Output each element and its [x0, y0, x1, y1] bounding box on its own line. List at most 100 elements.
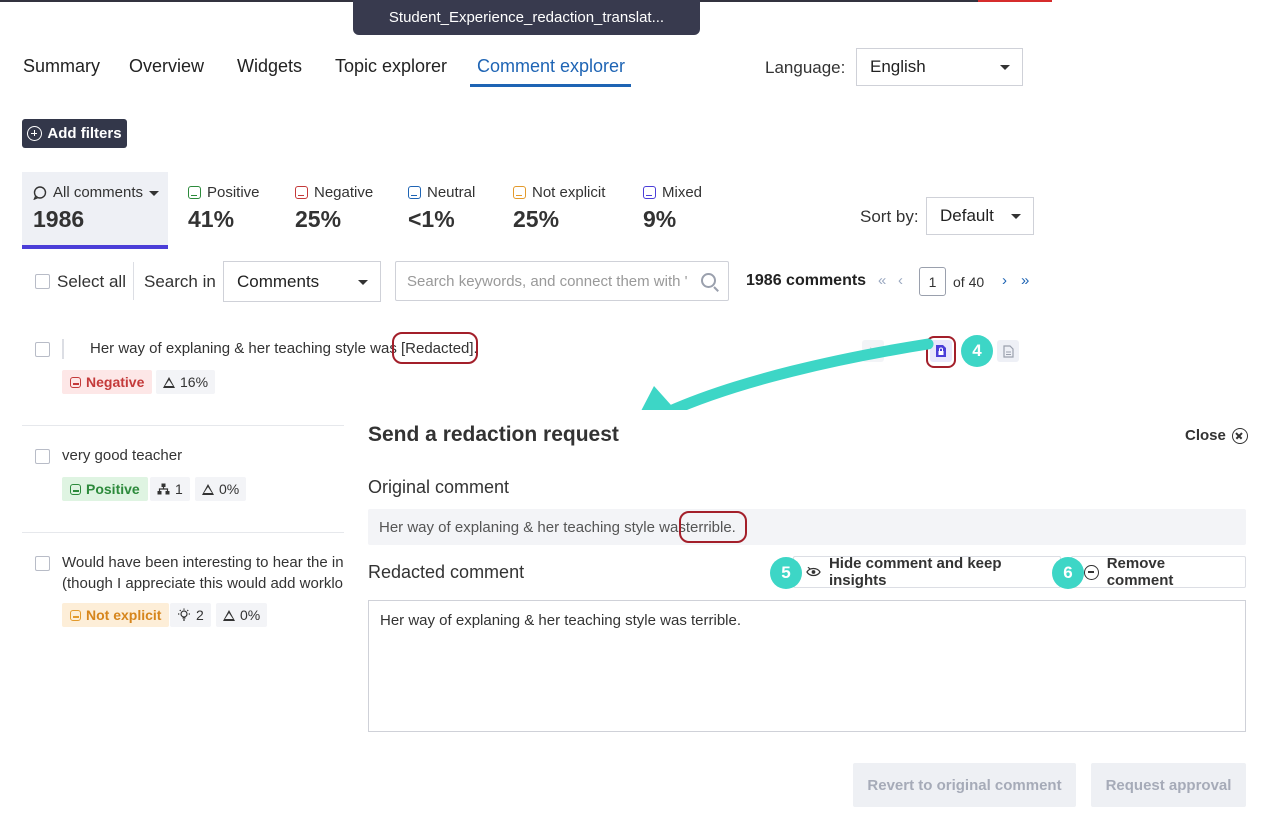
add-filters-label: Add filters: [47, 125, 122, 142]
sentiment-all-label: All comments: [53, 184, 144, 201]
sentiment-mixed-label: Mixed: [662, 184, 703, 201]
add-filters-button[interactable]: Add filters: [22, 119, 127, 148]
first-page-icon[interactable]: «: [878, 272, 886, 289]
sort-select[interactable]: Default: [926, 197, 1034, 235]
sentiment-tab-all[interactable]: All comments 1986: [33, 184, 160, 233]
tab-topic-explorer[interactable]: Topic explorer: [335, 56, 447, 77]
prev-page-icon[interactable]: ‹: [898, 272, 903, 289]
original-comment-box: Her way of explaning & her teaching styl…: [368, 509, 1246, 545]
page-number-input[interactable]: 1: [919, 267, 946, 296]
search-in-select[interactable]: Comments: [223, 261, 381, 302]
positive-face-icon: [188, 186, 201, 199]
language-label: Language:: [765, 58, 846, 77]
sentiment-tab-neutral[interactable]: Neutral <1%: [408, 184, 475, 233]
warning-icon: [163, 376, 175, 388]
sentiment-badge-label: Not explicit: [86, 607, 162, 623]
caret-down-icon: [149, 190, 160, 196]
row-divider: [22, 532, 344, 533]
comment-text-prefix: Her way of explaning & her teaching styl…: [90, 340, 401, 357]
comment-bubble-icon: [33, 185, 47, 200]
positive-face-icon: [70, 483, 81, 495]
remove-comment-label: Remove comment: [1106, 555, 1174, 589]
topics-count: 1: [175, 481, 183, 497]
hide-comment-button[interactable]: Hide comment and keep insights: [793, 555, 1061, 589]
language-select[interactable]: English: [856, 48, 1023, 86]
comment-indent-bar: [62, 339, 64, 359]
redacted-comment-textarea[interactable]: Her way of explaning & her teaching styl…: [368, 600, 1246, 732]
request-approval-button[interactable]: Request approval: [1091, 763, 1246, 807]
not-explicit-face-icon: [513, 186, 526, 199]
comment-checkbox[interactable]: [35, 556, 50, 571]
revert-button[interactable]: Revert to original comment: [853, 763, 1076, 807]
redacted-callout: [392, 332, 478, 364]
search-in-label: Search in: [144, 272, 216, 291]
sentiment-badge: Positive: [62, 477, 148, 501]
close-label: Close: [1185, 427, 1226, 444]
negative-face-icon: [70, 376, 81, 388]
warning-value: 0%: [219, 481, 240, 497]
lightbulb-icon: [178, 608, 190, 621]
sentiment-badge-label: Negative: [86, 374, 145, 390]
last-page-icon[interactable]: »: [1021, 272, 1029, 289]
warning-chip: 16%: [156, 370, 216, 394]
sentiment-all-value: 1986: [33, 206, 85, 232]
caret-down-icon: [1000, 65, 1010, 70]
next-page-icon[interactable]: ›: [1002, 272, 1007, 289]
select-all-checkbox[interactable]: [35, 274, 50, 289]
search-in-value: Comments: [237, 271, 320, 291]
active-tab-indicator: [470, 84, 631, 87]
file-title-tab[interactable]: Student_Experience_redaction_translat...: [353, 0, 700, 35]
sort-label: Sort by:: [860, 207, 919, 226]
remove-comment-button[interactable]: Remove comment: [1071, 555, 1246, 589]
sentiment-mixed-value: 9%: [643, 206, 677, 232]
warning-value: 0%: [240, 607, 261, 623]
caret-down-icon: [1011, 214, 1021, 219]
page-total: of 40: [953, 274, 985, 290]
topics-chip: 1: [150, 477, 190, 501]
search-placeholder: Search keywords, and connect them with ': [407, 272, 688, 290]
sentiment-tab-not-explicit[interactable]: Not explicit 25%: [513, 184, 605, 233]
search-input[interactable]: Search keywords, and connect them with ': [395, 261, 729, 301]
comment-checkbox[interactable]: [35, 449, 50, 464]
sentiment-tab-negative[interactable]: Negative 25%: [295, 184, 373, 233]
eye-icon: [806, 566, 821, 577]
tab-overview[interactable]: Overview: [129, 56, 204, 77]
comment-text: Would have been interesting to hear the …: [62, 554, 346, 592]
search-icon[interactable]: [701, 273, 716, 288]
warning-icon: [223, 609, 235, 621]
language-value: English: [870, 57, 926, 76]
terrible-callout: [679, 511, 747, 543]
row-divider: [22, 425, 344, 426]
document-icon[interactable]: [997, 340, 1019, 362]
comment-checkbox[interactable]: [35, 342, 50, 357]
panel-title: Send a redaction request: [368, 423, 619, 446]
negative-face-icon: [295, 186, 308, 199]
sentiment-positive-value: 41%: [188, 206, 235, 232]
select-all-label[interactable]: Select all: [57, 272, 126, 292]
sentiment-neutral-label: Neutral: [427, 184, 476, 201]
not-explicit-face-icon: [70, 609, 81, 621]
mixed-face-icon: [643, 186, 656, 199]
sort-value: Default: [940, 206, 994, 225]
sentiment-tab-mixed[interactable]: Mixed 9%: [643, 184, 702, 233]
topic-tree-icon: [157, 483, 170, 495]
tab-summary[interactable]: Summary: [23, 56, 100, 77]
sentiment-not-explicit-value: 25%: [513, 206, 560, 232]
neutral-face-icon: [408, 186, 421, 199]
redacted-comment-heading: Redacted comment: [368, 562, 525, 582]
sentiment-tab-positive[interactable]: Positive 41%: [188, 184, 260, 233]
sentiment-badge: Negative: [62, 370, 153, 394]
comment-count: 1986 comments: [746, 272, 867, 289]
warning-chip: 0%: [195, 477, 247, 501]
sentiment-negative-label: Negative: [314, 184, 374, 201]
sentiment-negative-value: 25%: [295, 206, 342, 232]
tab-widgets[interactable]: Widgets: [237, 56, 302, 77]
warning-value: 16%: [180, 374, 209, 390]
tab-comment-explorer[interactable]: Comment explorer: [477, 56, 625, 77]
top-border-accent: [978, 0, 1052, 2]
hide-comment-label: Hide comment and keep insights: [828, 555, 1002, 589]
sentiment-not-explicit-label: Not explicit: [532, 184, 606, 201]
warning-chip: 0%: [216, 603, 268, 627]
ideas-chip: 2: [170, 603, 211, 627]
close-button[interactable]: Close: [1185, 427, 1248, 444]
